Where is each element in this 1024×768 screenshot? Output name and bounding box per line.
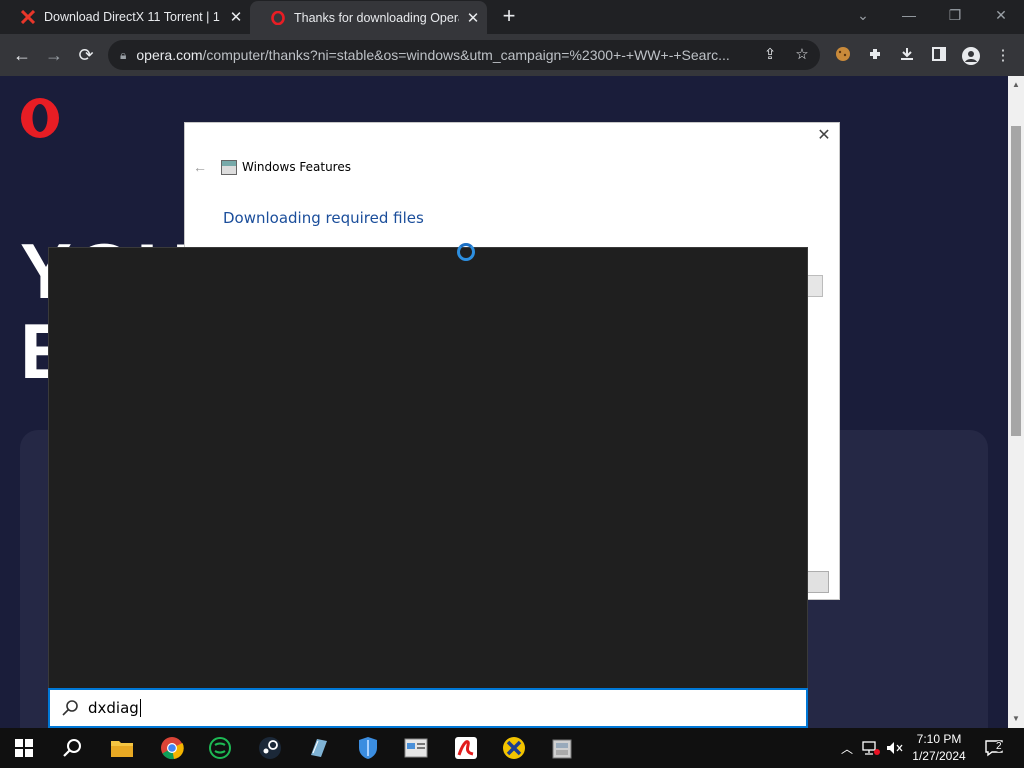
notepad-app-icon[interactable] [298, 732, 338, 764]
clock-date: 1/27/2024 [912, 749, 966, 763]
gamebar-app-icon[interactable] [200, 732, 240, 764]
download-icon[interactable] [896, 46, 918, 66]
forward-icon[interactable]: → [40, 42, 68, 68]
control-panel-icon[interactable] [396, 732, 436, 764]
chrome-icon[interactable] [152, 732, 192, 764]
tab-opera-thanks[interactable]: Thanks for downloading Opera ✕ [250, 1, 487, 34]
url-text: opera.com/computer/thanks?ni=stable&os=w… [136, 47, 730, 63]
system-clock[interactable]: 7:10 PM 1/27/2024 [906, 731, 972, 765]
minimize-icon[interactable]: — [886, 0, 932, 32]
search-query: dxdiag [88, 698, 141, 718]
opera-icon [270, 10, 286, 26]
loading-spinner-icon [457, 243, 475, 261]
address-bar[interactable]: 🔒︎ opera.com/computer/thanks?ni=stable&o… [108, 40, 820, 70]
close-icon[interactable]: ✕ [815, 127, 833, 145]
file-explorer-icon[interactable] [102, 732, 142, 764]
tray-chevron-up-icon[interactable]: ︿ [838, 728, 856, 768]
red-x-icon [20, 9, 36, 25]
close-tab-icon[interactable]: ✕ [459, 9, 487, 27]
tab-search-icon[interactable]: ⌄ [840, 0, 886, 32]
dialog-heading: Downloading required files [223, 209, 424, 227]
xbox-tool-icon[interactable] [494, 732, 534, 764]
acrobat-icon[interactable] [446, 732, 486, 764]
screen: Download DirectX 11 Torrent | 1 ✕ Thanks… [0, 0, 1024, 768]
tab-title: Download DirectX 11 Torrent | 1 [44, 10, 220, 24]
back-icon[interactable]: ← [8, 42, 36, 68]
tab-title: Thanks for downloading Opera [294, 10, 459, 25]
installer-icon[interactable] [542, 732, 582, 764]
page-scrollbar[interactable]: ▲ ▼ [1008, 76, 1024, 728]
notification-center-icon[interactable]: 2 [980, 728, 1010, 768]
shield-icon[interactable] [348, 732, 388, 764]
opera-logo-icon[interactable] [19, 97, 61, 139]
browser-tab-strip: Download DirectX 11 Torrent | 1 ✕ Thanks… [0, 0, 1024, 34]
reload-icon[interactable]: ⟳ [72, 42, 100, 68]
profile-icon[interactable] [960, 46, 982, 66]
scrollbar-thumb[interactable] [1011, 126, 1021, 436]
close-tab-icon[interactable]: ✕ [222, 8, 250, 26]
close-window-icon[interactable]: ✕ [978, 0, 1024, 32]
search-icon [62, 700, 78, 716]
notification-count-badge: 2 [994, 741, 1004, 752]
dialog-title: Windows Features [242, 160, 351, 174]
windows-features-icon [221, 160, 237, 175]
lock-icon: 🔒︎ [120, 47, 127, 62]
search-icon[interactable] [52, 732, 92, 764]
scroll-up-icon[interactable]: ▲ [1011, 80, 1021, 89]
taskbar: ︿ 7:10 PM 1/27/2024 2 [0, 728, 1024, 768]
steam-icon[interactable] [250, 732, 290, 764]
restore-icon[interactable]: ❐ [932, 0, 978, 32]
scroll-down-icon[interactable]: ▼ [1011, 714, 1021, 723]
browser-toolbar: ← → ⟳ 🔒︎ opera.com/computer/thanks?ni=st… [0, 34, 1024, 76]
side-panel-icon[interactable] [928, 46, 950, 66]
tab-directx[interactable]: Download DirectX 11 Torrent | 1 ✕ [0, 0, 250, 34]
new-tab-button[interactable]: + [497, 5, 521, 29]
back-arrow-icon[interactable]: ← [193, 159, 207, 175]
network-icon[interactable] [860, 728, 882, 768]
search-flyout [48, 247, 808, 728]
cookie-icon[interactable] [832, 46, 854, 66]
clock-time: 7:10 PM [916, 732, 962, 746]
share-icon[interactable]: ⇪ [760, 46, 780, 66]
extensions-icon[interactable] [864, 46, 886, 66]
menu-kebab-icon[interactable]: ⋮ [992, 46, 1014, 66]
search-input[interactable]: dxdiag [48, 688, 808, 728]
start-windows-icon[interactable] [4, 732, 44, 764]
star-icon[interactable]: ☆ [792, 46, 812, 66]
volume-muted-icon[interactable] [884, 728, 906, 768]
